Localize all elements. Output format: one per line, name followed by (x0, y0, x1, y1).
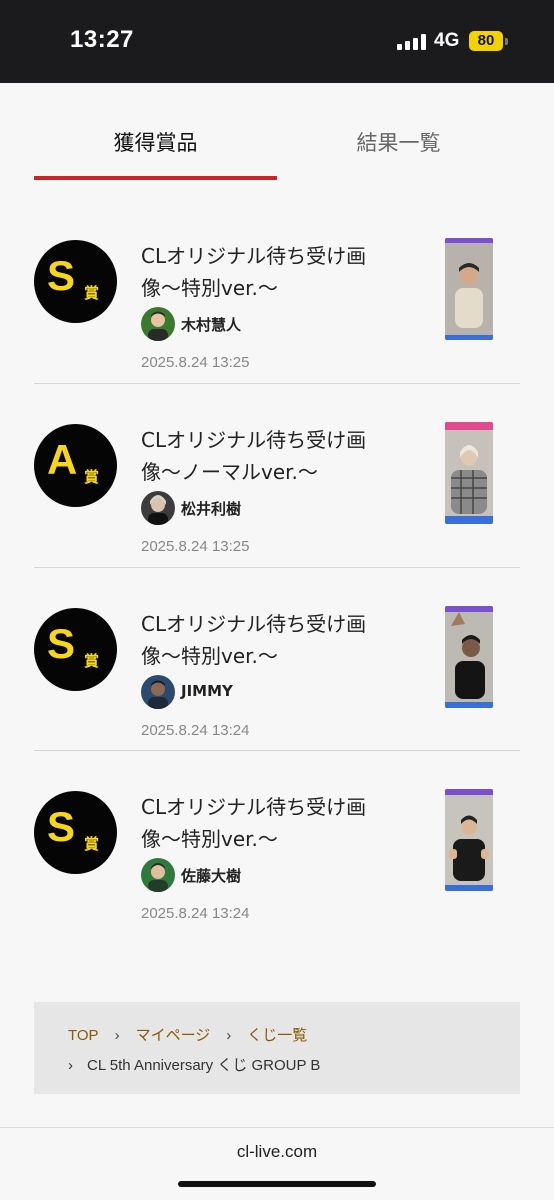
breadcrumb-trail: TOP › マイページ › くじ一覧 (68, 1024, 307, 1045)
battery-icon: 80 (469, 31, 503, 51)
member-avatar (141, 491, 175, 525)
rank-letter: A (47, 436, 78, 483)
rank-suffix: 賞 (84, 468, 100, 486)
rank-letter: S (47, 252, 76, 299)
prize-title-line2: 像〜特別ver.〜 (141, 276, 278, 300)
member-name: 佐藤大樹 (181, 867, 242, 885)
status-bar: 13:27 4G 80 (0, 0, 554, 83)
prize-item[interactable]: S 賞 CLオリジナル待ち受け画 像〜特別ver.〜 JIMMY 2025.8.… (34, 568, 520, 752)
rank-badge: A 賞 (34, 424, 117, 507)
prize-item[interactable]: S 賞 CLオリジナル待ち受け画 像〜特別ver.〜 佐藤大樹 2025.8.2… (34, 751, 520, 935)
breadcrumb-top-link[interactable]: TOP (68, 1027, 99, 1044)
prize-date: 2025.8.24 13:24 (141, 722, 250, 739)
signal-icon (397, 34, 427, 50)
rank-suffix: 賞 (84, 835, 100, 853)
url-bar[interactable]: cl-live.com (0, 1142, 554, 1162)
chevron-right-icon: › (68, 1057, 73, 1074)
prize-item[interactable]: A 賞 CLオリジナル待ち受け画 像〜ノーマルver.〜 松井利樹 2025.8… (34, 384, 520, 568)
wallpaper-thumbnail[interactable] (445, 422, 493, 524)
rank-suffix: 賞 (84, 652, 100, 670)
prize-date: 2025.8.24 13:25 (141, 538, 250, 555)
prize-title: CLオリジナル待ち受け画 像〜特別ver.〜 (141, 608, 411, 672)
tab-acquired-prizes[interactable]: 獲得賞品 (34, 110, 277, 176)
rank-badge: S 賞 (34, 608, 117, 691)
status-time: 13:27 (70, 26, 134, 53)
prize-title-line1: CLオリジナル待ち受け画 (141, 612, 367, 636)
prize-title: CLオリジナル待ち受け画 像〜特別ver.〜 (141, 791, 411, 855)
member-name: 松井利樹 (181, 500, 242, 518)
prize-title: CLオリジナル待ち受け画 像〜ノーマルver.〜 (141, 424, 411, 488)
rank-letter: S (47, 620, 76, 667)
prize-date: 2025.8.24 13:25 (141, 354, 250, 371)
breadcrumb: TOP › マイページ › くじ一覧 › CL 5th Anniversary くじ GR… (34, 1002, 520, 1094)
network-type: 4G (434, 30, 460, 51)
member-avatar (141, 675, 175, 709)
prize-date: 2025.8.24 13:24 (141, 905, 250, 922)
member-name: JIMMY (181, 682, 233, 700)
wallpaper-thumbnail[interactable] (445, 238, 493, 340)
rank-letter: S (47, 803, 76, 850)
tab-bar: 獲得賞品 結果一覧 (34, 110, 520, 180)
member-avatar (141, 858, 175, 892)
prize-title-line2: 像〜特別ver.〜 (141, 644, 278, 668)
rank-badge: S 賞 (34, 791, 117, 874)
breadcrumb-current: › CL 5th Anniversary くじ GROUP B (68, 1054, 320, 1075)
breadcrumb-lottery-list-link[interactable]: くじ一覧 (247, 1027, 307, 1044)
rank-suffix: 賞 (84, 284, 100, 302)
breadcrumb-current-label: CL 5th Anniversary くじ GROUP B (87, 1057, 321, 1074)
tab-results-list[interactable]: 結果一覧 (277, 110, 520, 176)
prize-title-line2: 像〜特別ver.〜 (141, 827, 278, 851)
rank-badge: S 賞 (34, 240, 117, 323)
divider (0, 1127, 554, 1128)
member-name: 木村慧人 (181, 316, 242, 334)
chevron-right-icon: › (114, 1027, 120, 1044)
prize-title-line1: CLオリジナル待ち受け画 (141, 428, 367, 452)
prize-title-line1: CLオリジナル待ち受け画 (141, 795, 367, 819)
breadcrumb-mypage-link[interactable]: マイページ (136, 1027, 211, 1044)
member-avatar (141, 307, 175, 341)
wallpaper-thumbnail[interactable] (445, 606, 493, 708)
chevron-right-icon: › (226, 1027, 232, 1044)
prize-title-line1: CLオリジナル待ち受け画 (141, 244, 367, 268)
wallpaper-thumbnail[interactable] (445, 789, 493, 891)
battery-tip (505, 38, 508, 45)
prize-title-line2: 像〜ノーマルver.〜 (141, 460, 318, 484)
active-tab-indicator (34, 176, 277, 180)
prize-item[interactable]: S 賞 CLオリジナル待ち受け画 像〜特別ver.〜 木村慧人 2025.8.2… (34, 200, 520, 384)
home-indicator[interactable] (178, 1181, 376, 1187)
prize-title: CLオリジナル待ち受け画 像〜特別ver.〜 (141, 240, 411, 304)
